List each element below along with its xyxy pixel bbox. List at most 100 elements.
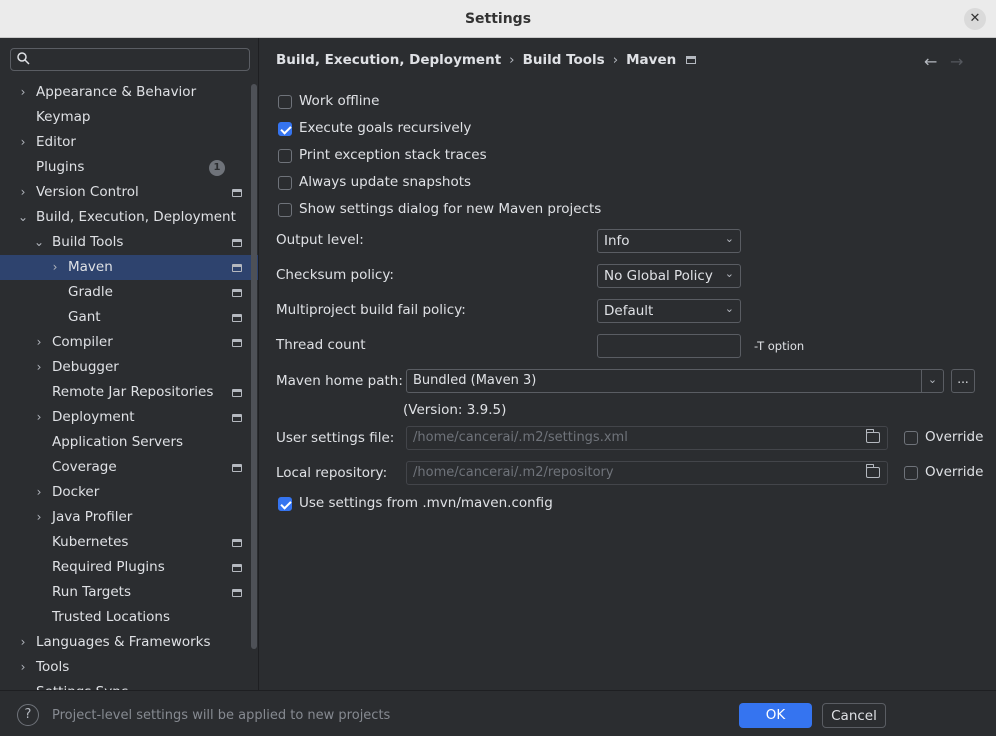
checkbox-label: Print exception stack traces	[299, 147, 487, 163]
sidebar-item-label: Java Profiler	[52, 509, 133, 525]
sidebar-item-label: Settings Sync	[36, 680, 128, 690]
sidebar-item-application-servers[interactable]: Application Servers	[0, 430, 258, 455]
sidebar-scrollbar[interactable]	[251, 84, 257, 649]
sidebar-item-plugins[interactable]: Plugins 1	[0, 155, 258, 180]
checkbox-box[interactable]	[278, 176, 292, 190]
cancel-button[interactable]: Cancel	[822, 703, 886, 728]
breadcrumb-build-tools[interactable]: Build Tools	[523, 52, 605, 68]
chevron-down-icon: ⌄	[724, 232, 734, 245]
sidebar-item-kubernetes[interactable]: Kubernetes	[0, 530, 258, 555]
search-input[interactable]	[10, 48, 250, 71]
settings-tree: › Appearance & Behavior Keymap › Editor Plugi…	[0, 80, 258, 690]
maven-home-combobox[interactable]: Bundled (Maven 3) ⌄	[406, 369, 944, 393]
sidebar-item-editor[interactable]: › Editor	[0, 130, 258, 155]
sidebar-item-tools[interactable]: › Tools	[0, 655, 258, 680]
sidebar-item-run-targets[interactable]: Run Targets	[0, 580, 258, 605]
sidebar-item-java-profiler[interactable]: › Java Profiler	[0, 505, 258, 530]
checkbox-label: Override	[925, 464, 984, 480]
sidebar-item-label: Maven	[68, 259, 113, 275]
sidebar-item-label: Tools	[36, 659, 70, 675]
back-arrow-icon[interactable]: ←	[924, 52, 937, 71]
chevron-right-icon[interactable]: ›	[17, 655, 29, 680]
chevron-down-icon: ⌄	[724, 302, 734, 315]
help-icon[interactable]: ?	[17, 704, 39, 726]
chevron-right-icon[interactable]: ›	[33, 480, 45, 505]
sidebar-item-remote-jar-repositories[interactable]: Remote Jar Repositories	[0, 380, 258, 405]
settings-sidebar: › Appearance & Behavior Keymap › Editor Plugi…	[0, 38, 259, 690]
chevron-down-icon[interactable]: ⌄	[33, 230, 45, 255]
chevron-right-icon[interactable]: ›	[33, 355, 45, 380]
sidebar-item-coverage[interactable]: Coverage	[0, 455, 258, 480]
sidebar-item-compiler[interactable]: › Compiler	[0, 330, 258, 355]
sidebar-item-trusted-locations[interactable]: Trusted Locations	[0, 605, 258, 630]
thread-count-input[interactable]	[597, 334, 741, 358]
local-repository-label: Local repository:	[276, 465, 388, 481]
checkbox-label: Work offline	[299, 93, 380, 109]
forward-arrow-icon[interactable]: →	[950, 52, 963, 71]
chevron-right-icon[interactable]: ›	[33, 505, 45, 530]
sidebar-item-label: Application Servers	[52, 434, 184, 450]
project-settings-icon	[232, 389, 242, 397]
chevron-right-icon[interactable]: ›	[33, 405, 45, 430]
update-count-badge: 1	[209, 160, 225, 176]
checkbox-box-checked[interactable]	[278, 497, 292, 511]
folder-icon[interactable]	[866, 464, 880, 478]
sidebar-item-build-tools[interactable]: ⌄ Build Tools	[0, 230, 258, 255]
sidebar-item-version-control[interactable]: › Version Control	[0, 180, 258, 205]
sidebar-item-gant[interactable]: Gant	[0, 305, 258, 330]
project-settings-icon	[232, 239, 242, 247]
local-repository-field[interactable]: /home/cancerai/.m2/repository	[406, 461, 888, 485]
sidebar-item-label: Editor	[36, 134, 76, 150]
sidebar-item-docker[interactable]: › Docker	[0, 480, 258, 505]
sidebar-item-label: Build Tools	[52, 234, 124, 250]
chevron-down-icon[interactable]: ⌄	[921, 370, 943, 392]
checkbox-label: Always update snapshots	[299, 174, 472, 190]
sidebar-item-deployment[interactable]: › Deployment	[0, 405, 258, 430]
checkbox-box[interactable]	[278, 203, 292, 217]
chevron-right-icon[interactable]: ›	[17, 630, 29, 655]
browse-label: ...	[957, 372, 969, 386]
sidebar-item-label: Gradle	[68, 284, 113, 300]
sidebar-item-label: Docker	[52, 484, 100, 500]
chevron-right-icon[interactable]: ›	[49, 255, 61, 280]
chevron-down-icon[interactable]: ⌄	[17, 205, 29, 230]
sidebar-item-maven[interactable]: › Maven	[0, 255, 258, 280]
chevron-right-icon[interactable]: ›	[17, 130, 29, 155]
thread-count-hint: -T option	[754, 339, 805, 353]
chevron-right-icon[interactable]: ›	[33, 330, 45, 355]
chevron-right-icon[interactable]: ›	[17, 80, 29, 105]
user-settings-field[interactable]: /home/cancerai/.m2/settings.xml	[406, 426, 888, 450]
browse-button[interactable]: ...	[951, 369, 975, 393]
sidebar-item-settings-sync[interactable]: Settings Sync	[0, 680, 258, 690]
sidebar-item-languages-frameworks[interactable]: › Languages & Frameworks	[0, 630, 258, 655]
sidebar-item-label: Trusted Locations	[52, 609, 170, 625]
checkbox-box-checked[interactable]	[278, 122, 292, 136]
checkbox-box[interactable]	[278, 95, 292, 109]
breadcrumb-build-execution[interactable]: Build, Execution, Deployment	[276, 52, 501, 68]
checksum-policy-select[interactable]: No Global Policy ⌄	[597, 264, 741, 288]
breadcrumb: Build, Execution, Deployment › Build Tools…	[276, 52, 697, 68]
sidebar-item-debugger[interactable]: › Debugger	[0, 355, 258, 380]
close-icon[interactable]: ✕	[964, 8, 986, 30]
sidebar-item-gradle[interactable]: Gradle	[0, 280, 258, 305]
ok-button[interactable]: OK	[739, 703, 812, 728]
sidebar-item-label: Languages & Frameworks	[36, 634, 211, 650]
user-settings-value: /home/cancerai/.m2/settings.xml	[413, 430, 628, 445]
checkbox-box[interactable]	[904, 431, 918, 445]
multiproject-policy-select[interactable]: Default ⌄	[597, 299, 741, 323]
checkbox-box[interactable]	[904, 466, 918, 480]
window-title: Settings	[464, 11, 532, 27]
sidebar-item-keymap[interactable]: Keymap	[0, 105, 258, 130]
sidebar-item-appearance-behavior[interactable]: › Appearance & Behavior	[0, 80, 258, 105]
project-settings-icon	[232, 264, 242, 272]
output-level-select[interactable]: Info ⌄	[597, 229, 741, 253]
sidebar-item-label: Plugins	[36, 159, 85, 175]
checkbox-box[interactable]	[278, 149, 292, 163]
folder-icon[interactable]	[866, 429, 880, 443]
sidebar-item-required-plugins[interactable]: Required Plugins	[0, 555, 258, 580]
sidebar-item-build-execution-deployment[interactable]: ⌄ Build, Execution, Deployment	[0, 205, 258, 230]
sidebar-item-label: Keymap	[36, 109, 91, 125]
output-level-label: Output level:	[276, 232, 364, 248]
project-settings-icon	[232, 539, 242, 547]
chevron-right-icon[interactable]: ›	[17, 180, 29, 205]
